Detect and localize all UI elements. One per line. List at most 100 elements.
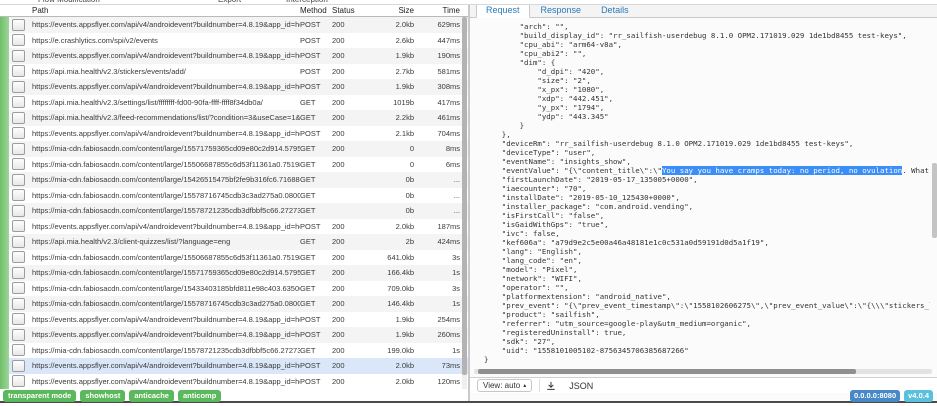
flow-checkbox[interactable] [12, 174, 25, 186]
toolbar-item-flow-modification[interactable]: Flow Modification [38, 0, 100, 4]
flow-checkbox[interactable] [12, 344, 25, 356]
flow-row[interactable]: https://mia-cdn.fabiosacdn.com/content/l… [0, 343, 468, 359]
flow-checkbox[interactable] [12, 236, 25, 248]
tab-response[interactable]: Response [532, 3, 591, 17]
flow-checkbox[interactable] [12, 360, 25, 372]
flow-row[interactable]: https://api.mia.health/v2.3/feed-recomme… [0, 110, 468, 126]
flow-checkbox[interactable] [12, 298, 25, 310]
flow-checkbox[interactable] [12, 329, 25, 341]
scrollbar-thumb[interactable] [478, 369, 856, 374]
flow-list-scrollbar[interactable] [462, 17, 467, 389]
flow-row[interactable]: https://mia-cdn.fabiosacdn.com/content/l… [0, 296, 468, 312]
column-header-size[interactable]: Size [362, 6, 414, 15]
request-json-view[interactable]: "arch": "", "build_display_id": "rr_sail… [470, 18, 930, 364]
json-line: "ivc": false, [484, 229, 930, 238]
flow-row[interactable]: https://events.appsflyer.com/api/v4/andr… [0, 312, 468, 328]
json-line: "ydp": "443.345" [484, 112, 930, 121]
flow-checkbox[interactable] [12, 375, 25, 387]
json-line: }, [484, 130, 930, 139]
flow-checkbox[interactable] [12, 205, 25, 217]
flow-row[interactable]: https://events.appsflyer.com/api/v4/andr… [0, 79, 468, 95]
flow-time: 3s [414, 284, 460, 293]
flow-checkbox[interactable] [12, 34, 25, 46]
flow-checkbox[interactable] [12, 313, 25, 325]
json-line: "x_px": "1080", [484, 85, 930, 94]
flow-size: 0b [362, 206, 414, 215]
flow-time: ... [414, 175, 460, 184]
flow-row[interactable]: https://mia-cdn.fabiosacdn.com/content/l… [0, 141, 468, 157]
detail-vertical-scrollbar[interactable] [932, 18, 937, 364]
json-line: } [484, 121, 930, 130]
flow-row[interactable]: https://mia-cdn.fabiosacdn.com/content/l… [0, 172, 468, 188]
flow-row[interactable]: https://events.appsflyer.com/api/v4/andr… [0, 374, 468, 390]
toolbar-item-export[interactable]: Export [218, 0, 241, 4]
flow-path: https://events.appsflyer.com/api/v4/andr… [32, 129, 300, 138]
scrollbar-thumb[interactable] [932, 163, 937, 238]
flow-row[interactable]: https://mia-cdn.fabiosacdn.com/content/l… [0, 157, 468, 173]
flow-checkbox[interactable] [12, 19, 25, 31]
flow-status: 200 [332, 144, 362, 153]
column-header-status[interactable]: Status [332, 6, 362, 15]
flow-row[interactable]: https://mia-cdn.fabiosacdn.com/content/l… [0, 281, 468, 297]
top-toolbar: Flow Modification Export Interception [0, 0, 937, 5]
flow-size: 2.0kb [362, 20, 414, 29]
column-header-method[interactable]: Method [300, 6, 332, 15]
flow-size: 2.0kb [362, 377, 414, 386]
flow-size: 2.0kb [362, 361, 414, 370]
flow-checkbox[interactable] [12, 189, 25, 201]
flow-path: https://events.appsflyer.com/api/v4/andr… [32, 330, 300, 339]
flow-row[interactable]: https://events.appsflyer.com/api/v4/andr… [0, 219, 468, 235]
flow-checkbox[interactable] [12, 267, 25, 279]
flow-method: POST [300, 377, 332, 386]
flow-checkbox[interactable] [12, 158, 25, 170]
detail-horizontal-scrollbar[interactable] [474, 369, 932, 374]
badge-anticomp: anticomp [178, 390, 221, 402]
flow-checkbox[interactable] [12, 282, 25, 294]
caret-up-icon: ▴ [523, 382, 526, 389]
column-header-time[interactable]: Time [414, 6, 460, 15]
flow-row[interactable]: https://mia-cdn.fabiosacdn.com/content/l… [0, 265, 468, 281]
flow-time: 417ms [414, 98, 460, 107]
flow-row[interactable]: https://events.appsflyer.com/api/v4/andr… [0, 327, 468, 343]
flow-checkbox[interactable] [12, 220, 25, 232]
flow-row[interactable]: https://e.crashlytics.com/spi/v2/eventsP… [0, 33, 468, 49]
flow-checkbox[interactable] [12, 96, 25, 108]
flow-size: 709.0kb [362, 284, 414, 293]
flow-row[interactable]: https://api.mia.health/v2.3/stickers/eve… [0, 64, 468, 80]
json-line: "installDate": "2019-05-10_125430+0000", [484, 193, 930, 202]
flow-checkbox[interactable] [12, 50, 25, 62]
flow-path: https://mia-cdn.fabiosacdn.com/content/l… [32, 268, 300, 277]
flow-checkbox[interactable] [12, 81, 25, 93]
flow-row[interactable]: https://mia-cdn.fabiosacdn.com/content/l… [0, 203, 468, 219]
flow-row[interactable]: https://api.mia.health/v2.3/client-quizz… [0, 234, 468, 250]
flow-row[interactable]: https://events.appsflyer.com/api/v4/andr… [0, 17, 468, 33]
tab-details[interactable]: Details [592, 3, 638, 17]
download-button[interactable] [539, 379, 562, 392]
flow-path: https://mia-cdn.fabiosacdn.com/content/l… [32, 175, 300, 184]
flow-checkbox[interactable] [12, 143, 25, 155]
flow-status: 200 [332, 36, 362, 45]
flow-time: 581ms [414, 67, 460, 76]
flow-status: 200 [332, 67, 362, 76]
flow-row[interactable]: https://api.mia.health/v2.3/settings/lis… [0, 95, 468, 111]
flow-checkbox[interactable] [12, 251, 25, 263]
flow-row[interactable]: https://mia-cdn.fabiosacdn.com/content/l… [0, 188, 468, 204]
view-mode-button[interactable]: View: auto ▴ [477, 379, 532, 392]
flow-time: 424ms [414, 237, 460, 246]
json-line: "deviceRm": "rr_sailfish-userdebug 8.1.0… [484, 139, 930, 148]
mitmproxy-web-app: Flow Modification Export Interception Path… [0, 0, 937, 406]
flow-size: 1.9kb [362, 51, 414, 60]
flow-status: 200 [332, 222, 362, 231]
toolbar-item-interception[interactable]: Interception [286, 0, 328, 4]
flow-checkbox[interactable] [12, 127, 25, 139]
scrollbar-thumb[interactable] [462, 17, 467, 375]
flow-row[interactable]: https://events.appsflyer.com/api/v4/andr… [0, 126, 468, 142]
flow-row[interactable]: https://events.appsflyer.com/api/v4/andr… [0, 48, 468, 64]
flow-row[interactable]: https://mia-cdn.fabiosacdn.com/content/l… [0, 250, 468, 266]
flow-checkbox[interactable] [12, 112, 25, 124]
flow-path: https://events.appsflyer.com/api/v4/andr… [32, 82, 300, 91]
flow-checkbox[interactable] [12, 65, 25, 77]
flow-row[interactable]: https://events.appsflyer.com/api/v4/andr… [0, 358, 468, 374]
flow-size: 641.0kb [362, 253, 414, 262]
column-header-path[interactable]: Path [32, 6, 300, 15]
